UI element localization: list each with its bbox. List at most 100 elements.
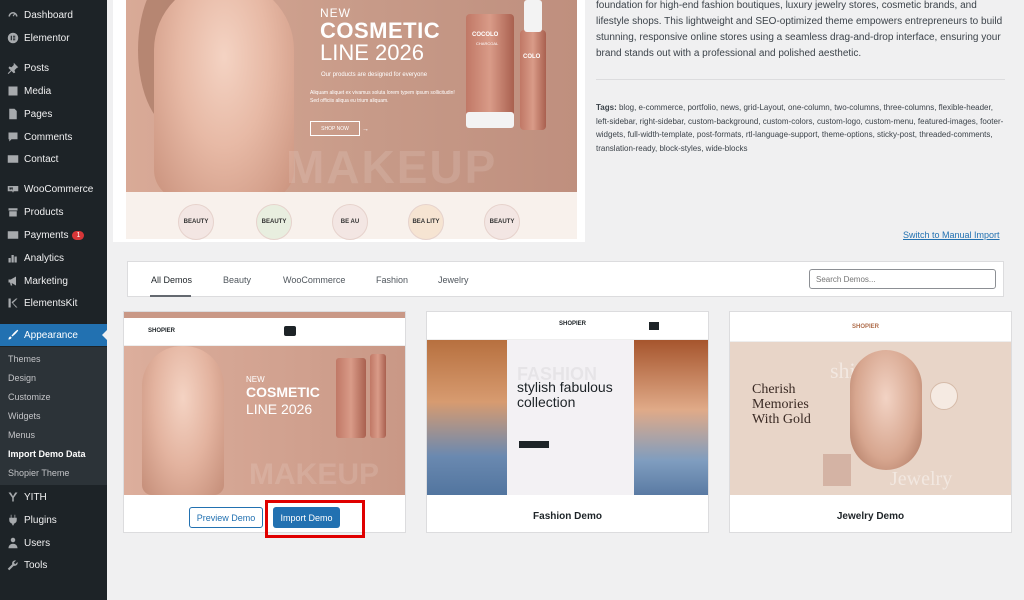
sidebar-item-appearance[interactable]: Appearance	[0, 324, 107, 346]
sidebar-item-media[interactable]: Media	[0, 80, 107, 102]
theme-screenshot: MAKEUP NEW COSMETIC LINE 2026 Our produc…	[126, 0, 577, 192]
sidebar-item-label: Plugins	[24, 514, 57, 526]
tab-beauty[interactable]: Beauty	[223, 275, 251, 285]
sidebar-item-label: Posts	[24, 62, 50, 74]
tab-all-demos[interactable]: All Demos	[151, 275, 192, 285]
hero-description: Aliquam aliquet ex vivamus soluta lorem …	[310, 90, 455, 104]
sidebar-item-contact[interactable]: Contact	[0, 148, 107, 170]
mini-button	[519, 441, 549, 448]
submenu-design[interactable]: Design	[8, 373, 36, 383]
demo-card-fashion: SHOPIER FASHION stylish fabulous collect…	[426, 311, 709, 533]
search-icon	[649, 322, 659, 330]
submenu-shopier-theme[interactable]: Shopier Theme	[8, 468, 69, 478]
submenu-menus[interactable]: Menus	[8, 430, 35, 440]
preview-demo-button[interactable]: Preview Demo	[189, 507, 263, 528]
elementskit-icon	[6, 296, 20, 310]
sidebar-item-plugins[interactable]: Plugins	[0, 509, 107, 531]
product-bottle-cap	[524, 0, 542, 32]
mini-header: SHOPIER	[730, 312, 1011, 342]
admin-sidebar: Dashboard Elementor Posts Media Pages Comment…	[0, 0, 107, 600]
hero-line: LINE 2026	[320, 40, 424, 65]
mini-watermark-2: Jewelry	[890, 468, 953, 490]
tab-fashion[interactable]: Fashion	[376, 275, 408, 285]
sidebar-item-label: Appearance	[24, 329, 78, 341]
sidebar-item-label: Comments	[24, 131, 73, 143]
pages-icon	[6, 107, 20, 121]
sidebar-item-elementskit[interactable]: ElementsKit	[0, 292, 107, 314]
badge-1: BEAUTY	[178, 204, 214, 240]
notification-badge: 1	[72, 230, 85, 240]
tags-list: blog, e-commerce, portfolio, news, grid-…	[596, 103, 1004, 153]
product-short: COLO	[523, 54, 541, 60]
tags-label: Tags:	[596, 103, 617, 112]
sidebar-item-analytics[interactable]: Analytics	[0, 247, 107, 269]
sidebar-item-label: Products	[24, 206, 64, 218]
mini-product-2	[370, 354, 386, 438]
submenu-themes[interactable]: Themes	[8, 354, 41, 364]
product-bottle	[520, 30, 546, 130]
sidebar-item-posts[interactable]: Posts	[0, 57, 107, 79]
sidebar-item-label: WooCommerce	[24, 183, 94, 195]
mini-logo: SHOPIER	[852, 324, 880, 330]
mini-watermark: MAKEUP	[249, 458, 380, 491]
yith-icon	[6, 490, 20, 504]
sidebar-item-label: Analytics	[24, 252, 65, 264]
mini-header: SHOPIER	[427, 312, 708, 340]
dashboard-icon	[6, 8, 20, 22]
theme-tags: Tags: blog, e-commerce, portfolio, news,…	[596, 101, 1006, 155]
sidebar-item-label: Dashboard	[24, 9, 73, 21]
media-icon	[6, 84, 20, 98]
sidebar-item-dashboard[interactable]: Dashboard	[0, 4, 107, 26]
badge-4: BEA LITY	[408, 204, 444, 240]
mini-headline: stylish fabulous collection	[517, 379, 613, 410]
sidebar-item-label: Payments	[24, 229, 69, 241]
sidebar-item-users[interactable]: Users	[0, 532, 107, 554]
sidebar-item-tools[interactable]: Tools	[0, 554, 107, 576]
submenu-customize[interactable]: Customize	[8, 392, 51, 402]
submenu-widgets[interactable]: Widgets	[8, 411, 41, 421]
sidebar-item-elementor[interactable]: Elementor	[0, 27, 107, 49]
model-image	[154, 0, 294, 192]
jewelry-model	[850, 350, 922, 470]
sidebar-item-payments[interactable]: Payments 1	[0, 224, 107, 246]
sidebar-item-woocommerce[interactable]: WooCommerce	[0, 178, 107, 200]
switch-to-manual-import-link[interactable]: Switch to Manual Import	[903, 230, 1000, 240]
sidebar-item-label: YITH	[24, 491, 47, 503]
product-tube-cap	[466, 112, 514, 128]
tab-woocommerce[interactable]: WooCommerce	[283, 275, 345, 285]
highlight-annotation	[265, 500, 365, 538]
fashion-model-left	[427, 340, 507, 495]
arrow-right-icon: →	[362, 126, 369, 133]
search-demos-input[interactable]	[809, 269, 996, 289]
sidebar-item-marketing[interactable]: Marketing	[0, 270, 107, 292]
mini-product	[336, 358, 366, 438]
sidebar-item-products[interactable]: Products	[0, 201, 107, 223]
hero-watermark: MAKEUP	[286, 141, 498, 192]
mail-icon	[6, 152, 20, 166]
sidebar-item-yith[interactable]: YITH	[0, 486, 107, 508]
mini-headline-1: COSMETIC	[246, 384, 320, 400]
sidebar-item-label: Tools	[24, 559, 48, 571]
sidebar-item-label: Pages	[24, 108, 53, 120]
demo-card-jewelry: SHOPIER Cherish Memories With Gold shine…	[729, 311, 1012, 533]
thumbnail-image	[823, 454, 851, 486]
ring-image	[930, 382, 958, 410]
wrench-icon	[6, 558, 20, 572]
product-brand: COCOLO	[472, 32, 499, 38]
demo-thumbnail-beauty[interactable]: SHOPIER MAKEUP NEW COSMETIC LINE 2026	[124, 312, 405, 495]
demo-title-fashion: Fashion Demo	[533, 511, 602, 522]
mini-logo: SHOPIER	[148, 328, 176, 334]
badge-3: BE AU	[332, 204, 368, 240]
sidebar-item-comments[interactable]: Comments	[0, 126, 107, 148]
submenu-import-demo-data[interactable]: Import Demo Data	[8, 449, 86, 459]
tab-jewelry[interactable]: Jewelry	[438, 275, 469, 285]
theme-description: foundation for high-end fashion boutique…	[596, 0, 1003, 59]
demo-thumbnail-fashion[interactable]: SHOPIER FASHION stylish fabulous collect…	[427, 312, 708, 495]
hero-subtitle: Our products are designed for everyone	[321, 72, 428, 78]
badge-2: BEAUTY	[256, 204, 292, 240]
users-icon	[6, 536, 20, 550]
demo-thumbnail-jewelry[interactable]: SHOPIER Cherish Memories With Gold shine…	[730, 312, 1011, 495]
sidebar-item-label: Marketing	[24, 275, 68, 287]
sidebar-item-pages[interactable]: Pages	[0, 103, 107, 125]
badge-5: BEAUTY	[484, 204, 520, 240]
